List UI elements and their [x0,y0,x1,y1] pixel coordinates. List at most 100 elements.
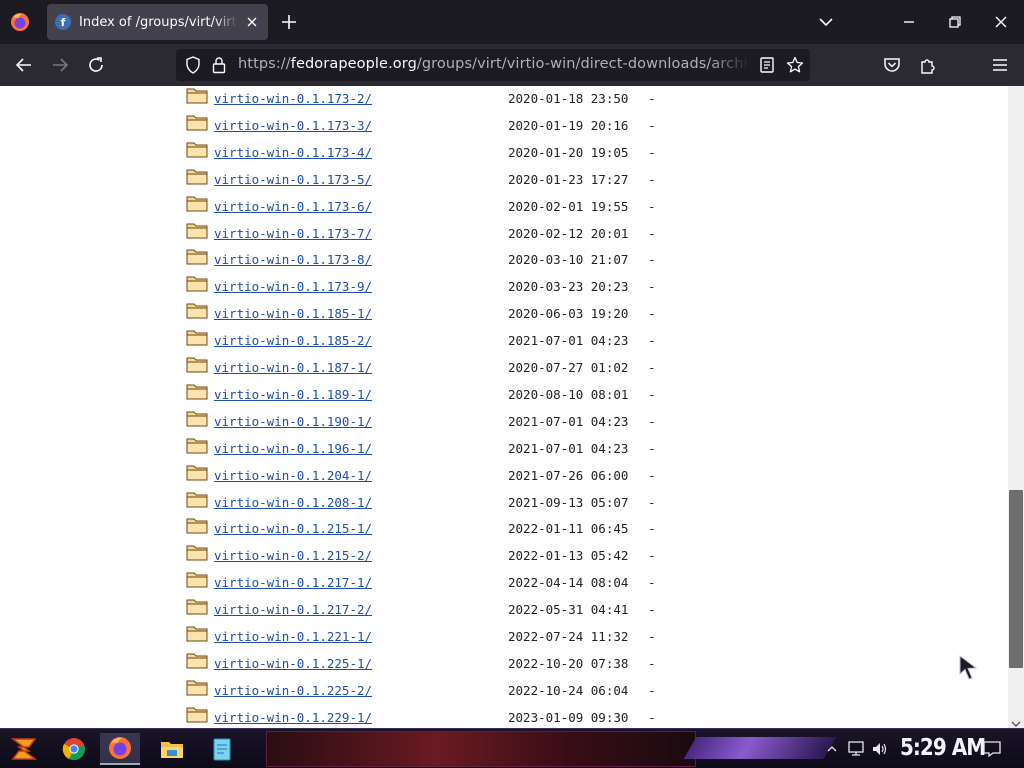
folder-link[interactable]: virtio-win-0.1.215-1/ [214,521,372,536]
chrome-icon[interactable] [54,733,94,765]
folder-link[interactable]: virtio-win-0.1.196-1/ [214,441,372,456]
folder-link[interactable]: virtio-win-0.1.225-2/ [214,683,372,698]
folder-link[interactable]: virtio-win-0.1.173-8/ [214,252,372,267]
taskbar-clock[interactable]: 5:29 AM [900,733,986,761]
folder-link[interactable]: virtio-win-0.1.173-7/ [214,226,372,241]
pocket-icon[interactable] [880,53,904,77]
folder-link[interactable]: virtio-win-0.1.190-1/ [214,414,372,429]
hamburger-icon[interactable] [988,53,1012,77]
table-row: virtio-win-0.1.173-8/2020-03-10 21:07 - [186,247,706,274]
close-window-button[interactable] [978,0,1024,44]
table-row: virtio-win-0.1.173-4/2020-01-20 19:05 - [186,140,706,167]
tab-strip: f Index of /groups/virt/virtio-win/direc… [0,0,1024,44]
url-text[interactable]: https://fedorapeople.org/groups/virt/vir… [238,56,750,72]
last-modified: 2020-01-23 17:27 [508,171,629,187]
size: - [648,548,656,564]
folder-link[interactable]: virtio-win-0.1.221-1/ [214,629,372,644]
table-row: virtio-win-0.1.217-1/2022-04-14 08:04 - [186,570,706,597]
table-row: virtio-win-0.1.185-1/2020-06-03 19:20 - [186,301,706,328]
mouse-cursor-icon [958,654,978,680]
table-row: virtio-win-0.1.190-1/2021-07-01 04:23 - [186,409,706,436]
table-row: virtio-win-0.1.208-1/2021-09-13 05:07 - [186,490,706,517]
folder-link[interactable]: virtio-win-0.1.229-1/ [214,710,372,725]
last-modified: 2021-07-26 06:00 [508,467,629,483]
notification-icon[interactable] [982,739,1002,759]
address-bar[interactable]: https://fedorapeople.org/groups/virt/vir… [176,49,810,81]
network-icon[interactable] [846,739,866,759]
size: - [648,333,656,349]
folder-link[interactable]: virtio-win-0.1.189-1/ [214,387,372,402]
table-row: virtio-win-0.1.173-3/2020-01-19 20:16 - [186,113,706,140]
folder-icon [186,624,208,642]
folder-link[interactable]: virtio-win-0.1.173-5/ [214,172,372,187]
size: - [648,386,656,402]
folder-link[interactable]: virtio-win-0.1.204-1/ [214,468,372,483]
last-modified: 2022-01-13 05:42 [508,548,629,564]
reload-icon[interactable] [84,53,108,77]
shield-icon[interactable] [184,56,202,74]
table-row: virtio-win-0.1.173-6/2020-02-01 19:55 - [186,194,706,221]
last-modified: 2021-07-01 04:23 [508,440,629,456]
folder-icon [186,86,208,104]
notepad-icon[interactable] [202,733,242,765]
folder-link[interactable]: virtio-win-0.1.185-1/ [214,306,372,321]
scrollbar-thumb[interactable] [1009,490,1023,668]
file-explorer-icon[interactable] [152,733,192,765]
table-row: virtio-win-0.1.187-1/2020-07-27 01:02 - [186,355,706,382]
size: - [648,467,656,483]
last-modified: 2020-07-27 01:02 [508,360,629,375]
star-icon[interactable] [786,56,804,74]
folder-link[interactable]: virtio-win-0.1.185-2/ [214,333,372,348]
size: - [648,602,656,618]
folder-link[interactable]: virtio-win-0.1.173-4/ [214,145,372,160]
tray-overflow-icon[interactable] [826,739,838,759]
folder-link[interactable]: virtio-win-0.1.217-2/ [214,602,372,617]
folder-link[interactable]: virtio-win-0.1.215-2/ [214,548,372,563]
lock-icon[interactable] [210,56,228,74]
forward-arrow-icon[interactable] [48,53,72,77]
last-modified: 2022-05-31 04:41 [508,602,629,618]
url-path: /groups/virt/virtio-win/direct-downloads… [416,56,750,72]
folder-link[interactable]: virtio-win-0.1.208-1/ [214,495,372,510]
restore-button[interactable] [932,0,978,44]
volume-icon[interactable] [870,739,890,759]
reader-view-icon[interactable] [758,56,776,74]
back-arrow-icon[interactable] [12,53,36,77]
last-modified: 2020-02-01 19:55 [508,198,629,214]
firefox-icon[interactable] [10,12,30,32]
folder-icon [186,194,208,212]
vertical-scrollbar[interactable] [1008,86,1024,728]
size: - [648,225,656,241]
folder-link[interactable]: virtio-win-0.1.225-1/ [214,656,372,671]
table-row: virtio-win-0.1.196-1/2021-07-01 04:23 - [186,436,706,463]
folder-link[interactable]: virtio-win-0.1.173-2/ [214,91,372,106]
firefox-taskbar-icon[interactable] [100,733,140,765]
folder-icon [186,490,208,508]
start-icon[interactable] [4,733,44,765]
last-modified: 2020-01-19 20:16 [508,117,629,133]
folder-link[interactable]: virtio-win-0.1.173-9/ [214,279,372,294]
size: - [648,655,656,671]
close-tab-icon[interactable] [244,14,260,30]
chevron-down-icon[interactable] [816,14,836,30]
taskbar-decoration-accent [683,737,837,759]
folder-icon [186,463,208,481]
last-modified: 2020-01-20 19:05 [508,144,629,160]
folder-icon [186,247,208,265]
folder-link[interactable]: virtio-win-0.1.217-1/ [214,575,372,590]
folder-icon [186,570,208,588]
folder-link[interactable]: virtio-win-0.1.187-1/ [214,360,372,375]
table-row: virtio-win-0.1.221-1/2022-07-24 11:32 - [186,624,706,651]
folder-link[interactable]: virtio-win-0.1.173-3/ [214,118,372,133]
last-modified: 2022-07-24 11:32 [508,629,629,644]
last-modified: 2021-07-01 04:23 [508,413,629,429]
table-row: virtio-win-0.1.229-1/2023-01-09 09:30 - [186,705,706,728]
plus-icon[interactable] [279,12,299,32]
folder-icon [186,301,208,319]
folder-icon [186,140,208,158]
folder-link[interactable]: virtio-win-0.1.173-6/ [214,199,372,214]
tab-active[interactable]: f Index of /groups/virt/virtio-win/direc… [47,4,268,40]
puzzle-icon[interactable] [916,53,940,77]
scroll-down-icon[interactable] [1011,714,1021,727]
minimize-button[interactable] [886,0,932,44]
